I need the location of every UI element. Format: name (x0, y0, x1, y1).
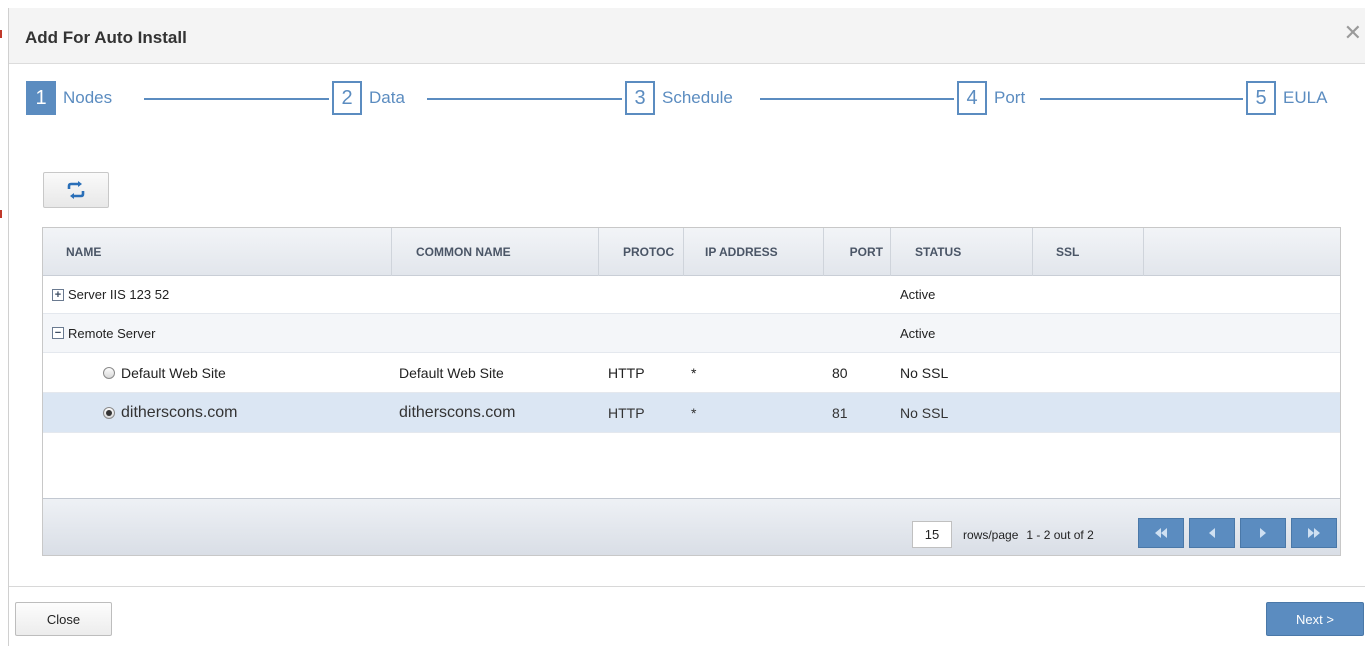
column-header-ip-address[interactable]: IP ADDRESS (684, 228, 824, 276)
common-name-cell: ditherscons.com (399, 403, 516, 421)
port-cell: 80 (832, 364, 848, 381)
name-cell: ditherscons.com (103, 393, 238, 432)
prev-page-icon (1209, 528, 1215, 538)
step-number: 1 (26, 81, 56, 115)
pager-info: rows/page 1 - 2 out of 2 (963, 521, 1094, 548)
step-label: Nodes (63, 88, 113, 107)
prev-page-button[interactable] (1189, 518, 1235, 548)
column-header-status[interactable]: STATUS (891, 228, 1033, 276)
step-label: Data (369, 88, 405, 107)
rows-per-page-input[interactable]: 15 (912, 521, 952, 548)
common-name-cell: Default Web Site (399, 364, 504, 381)
step-label: Port (994, 88, 1026, 107)
status-cell: No SSL (900, 364, 949, 381)
step-number: 5 (1246, 81, 1276, 115)
protocol-cell: HTTP (608, 404, 645, 421)
column-header-ssl[interactable]: SSL (1033, 228, 1144, 276)
pagination-bar: 15 rows/page 1 - 2 out of 2 (43, 498, 1340, 555)
name-cell: − Remote Server (52, 314, 155, 352)
last-page-icon (1308, 528, 1320, 538)
group-name: Remote Server (68, 325, 156, 341)
site-name: ditherscons.com (121, 403, 238, 421)
status-cell: Active (900, 287, 936, 302)
step-connector (760, 98, 954, 100)
status-cell: No SSL (900, 404, 949, 421)
step-schedule[interactable]: 3 Schedule (625, 78, 733, 118)
column-header-protocol[interactable]: PROTOC (599, 228, 684, 276)
step-nodes[interactable]: 1 Nodes (26, 78, 112, 118)
column-header-common-name[interactable]: COMMON NAME (392, 228, 599, 276)
dialog-title: Add For Auto Install (25, 28, 187, 47)
ip-cell: * (691, 404, 697, 421)
expand-icon[interactable]: + (52, 288, 64, 301)
footer-divider (9, 586, 1365, 587)
step-connector (427, 98, 622, 100)
step-number: 3 (625, 81, 655, 115)
close-icon[interactable]: ✕ (1344, 22, 1362, 44)
edge-marker (0, 30, 2, 38)
port-cell: 81 (832, 404, 848, 421)
refresh-icon (67, 181, 85, 199)
nodes-grid: NAME COMMON NAME PROTOC IP ADDRESS PORT … (42, 227, 1341, 556)
status-cell: Active (900, 325, 936, 341)
step-port[interactable]: 4 Port (957, 78, 1025, 118)
grid-header: NAME COMMON NAME PROTOC IP ADDRESS PORT … (43, 228, 1340, 276)
select-radio[interactable] (103, 406, 115, 419)
table-row[interactable]: + Server IIS 123 52 Active (43, 276, 1340, 314)
site-name: Default Web Site (121, 364, 226, 381)
select-radio[interactable] (103, 366, 115, 379)
next-page-icon (1260, 528, 1266, 538)
first-page-button[interactable] (1138, 518, 1184, 548)
table-row[interactable]: − Remote Server Active (43, 314, 1340, 353)
column-header-port[interactable]: PORT (824, 228, 891, 276)
step-number: 2 (332, 81, 362, 115)
step-number: 4 (957, 81, 987, 115)
step-connector (144, 98, 329, 100)
step-eula[interactable]: 5 EULA (1246, 78, 1327, 118)
name-cell: Default Web Site (103, 353, 226, 392)
name-cell: + Server IIS 123 52 (52, 276, 169, 313)
next-button[interactable]: Next > (1266, 602, 1364, 636)
table-row[interactable]: Default Web Site Default Web Site HTTP *… (43, 353, 1340, 393)
next-page-button[interactable] (1240, 518, 1286, 548)
column-header-name[interactable]: NAME (43, 228, 392, 276)
step-label: Schedule (662, 88, 733, 107)
dialog-titlebar: Add For Auto Install ✕ (9, 8, 1365, 64)
last-page-button[interactable] (1291, 518, 1337, 548)
page-range-text: 1 - 2 out of 2 (1026, 527, 1094, 542)
step-data[interactable]: 2 Data (332, 78, 405, 118)
refresh-button[interactable] (43, 172, 109, 208)
step-connector (1040, 98, 1243, 100)
protocol-cell: HTTP (608, 364, 645, 381)
rows-per-page-label: rows/page (963, 527, 1019, 542)
collapse-icon[interactable]: − (52, 327, 64, 339)
close-button[interactable]: Close (15, 602, 112, 636)
table-row[interactable]: ditherscons.com ditherscons.com HTTP * 8… (43, 393, 1340, 433)
first-page-icon (1155, 528, 1167, 538)
edge-marker (0, 210, 2, 218)
add-auto-install-dialog: Add For Auto Install ✕ 1 Nodes 2 Data 3 … (8, 8, 1365, 646)
group-name: Server IIS 123 52 (68, 287, 170, 302)
ip-cell: * (691, 364, 697, 381)
step-label: EULA (1283, 88, 1328, 107)
wizard-stepper: 1 Nodes 2 Data 3 Schedule 4 Port 5 EULA (9, 78, 1365, 118)
